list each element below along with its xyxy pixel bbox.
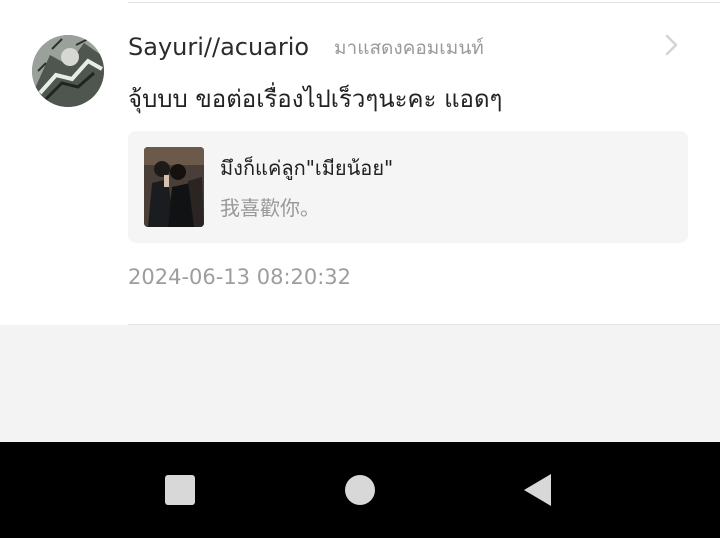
post-thumbnail	[144, 147, 204, 227]
quote-subtitle: 我喜歡你。	[220, 196, 320, 220]
circle-icon[interactable]	[342, 472, 378, 508]
square-icon[interactable]	[162, 472, 198, 508]
avatar[interactable]	[32, 35, 104, 107]
comment-timestamp: 2024-06-13 08:20:32	[128, 265, 352, 289]
action-text: มาแสดงคอมเมนท์	[334, 37, 484, 59]
comment-text: จุ้บบบ ขอต่อเรื่องไปเร็วๆนะคะ แอดๆ	[128, 85, 503, 113]
username[interactable]: Sayuri//acuario	[128, 30, 309, 64]
system-navigation-bar	[0, 442, 720, 538]
quote-title: มึงก็แค่ลูก"เมียน้อย"	[220, 156, 394, 180]
empty-list-area	[0, 325, 720, 442]
top-divider	[128, 2, 720, 3]
comment-notification-screen: Sayuri//acuario มาแสดงคอมเมนท์ จุ้บบบ ขอ…	[0, 0, 720, 538]
quoted-post-card[interactable]: มึงก็แค่ลูก"เมียน้อย" 我喜歡你。	[128, 131, 688, 243]
triangle-back-icon[interactable]	[520, 472, 556, 508]
chevron-right-icon[interactable]	[660, 31, 684, 59]
